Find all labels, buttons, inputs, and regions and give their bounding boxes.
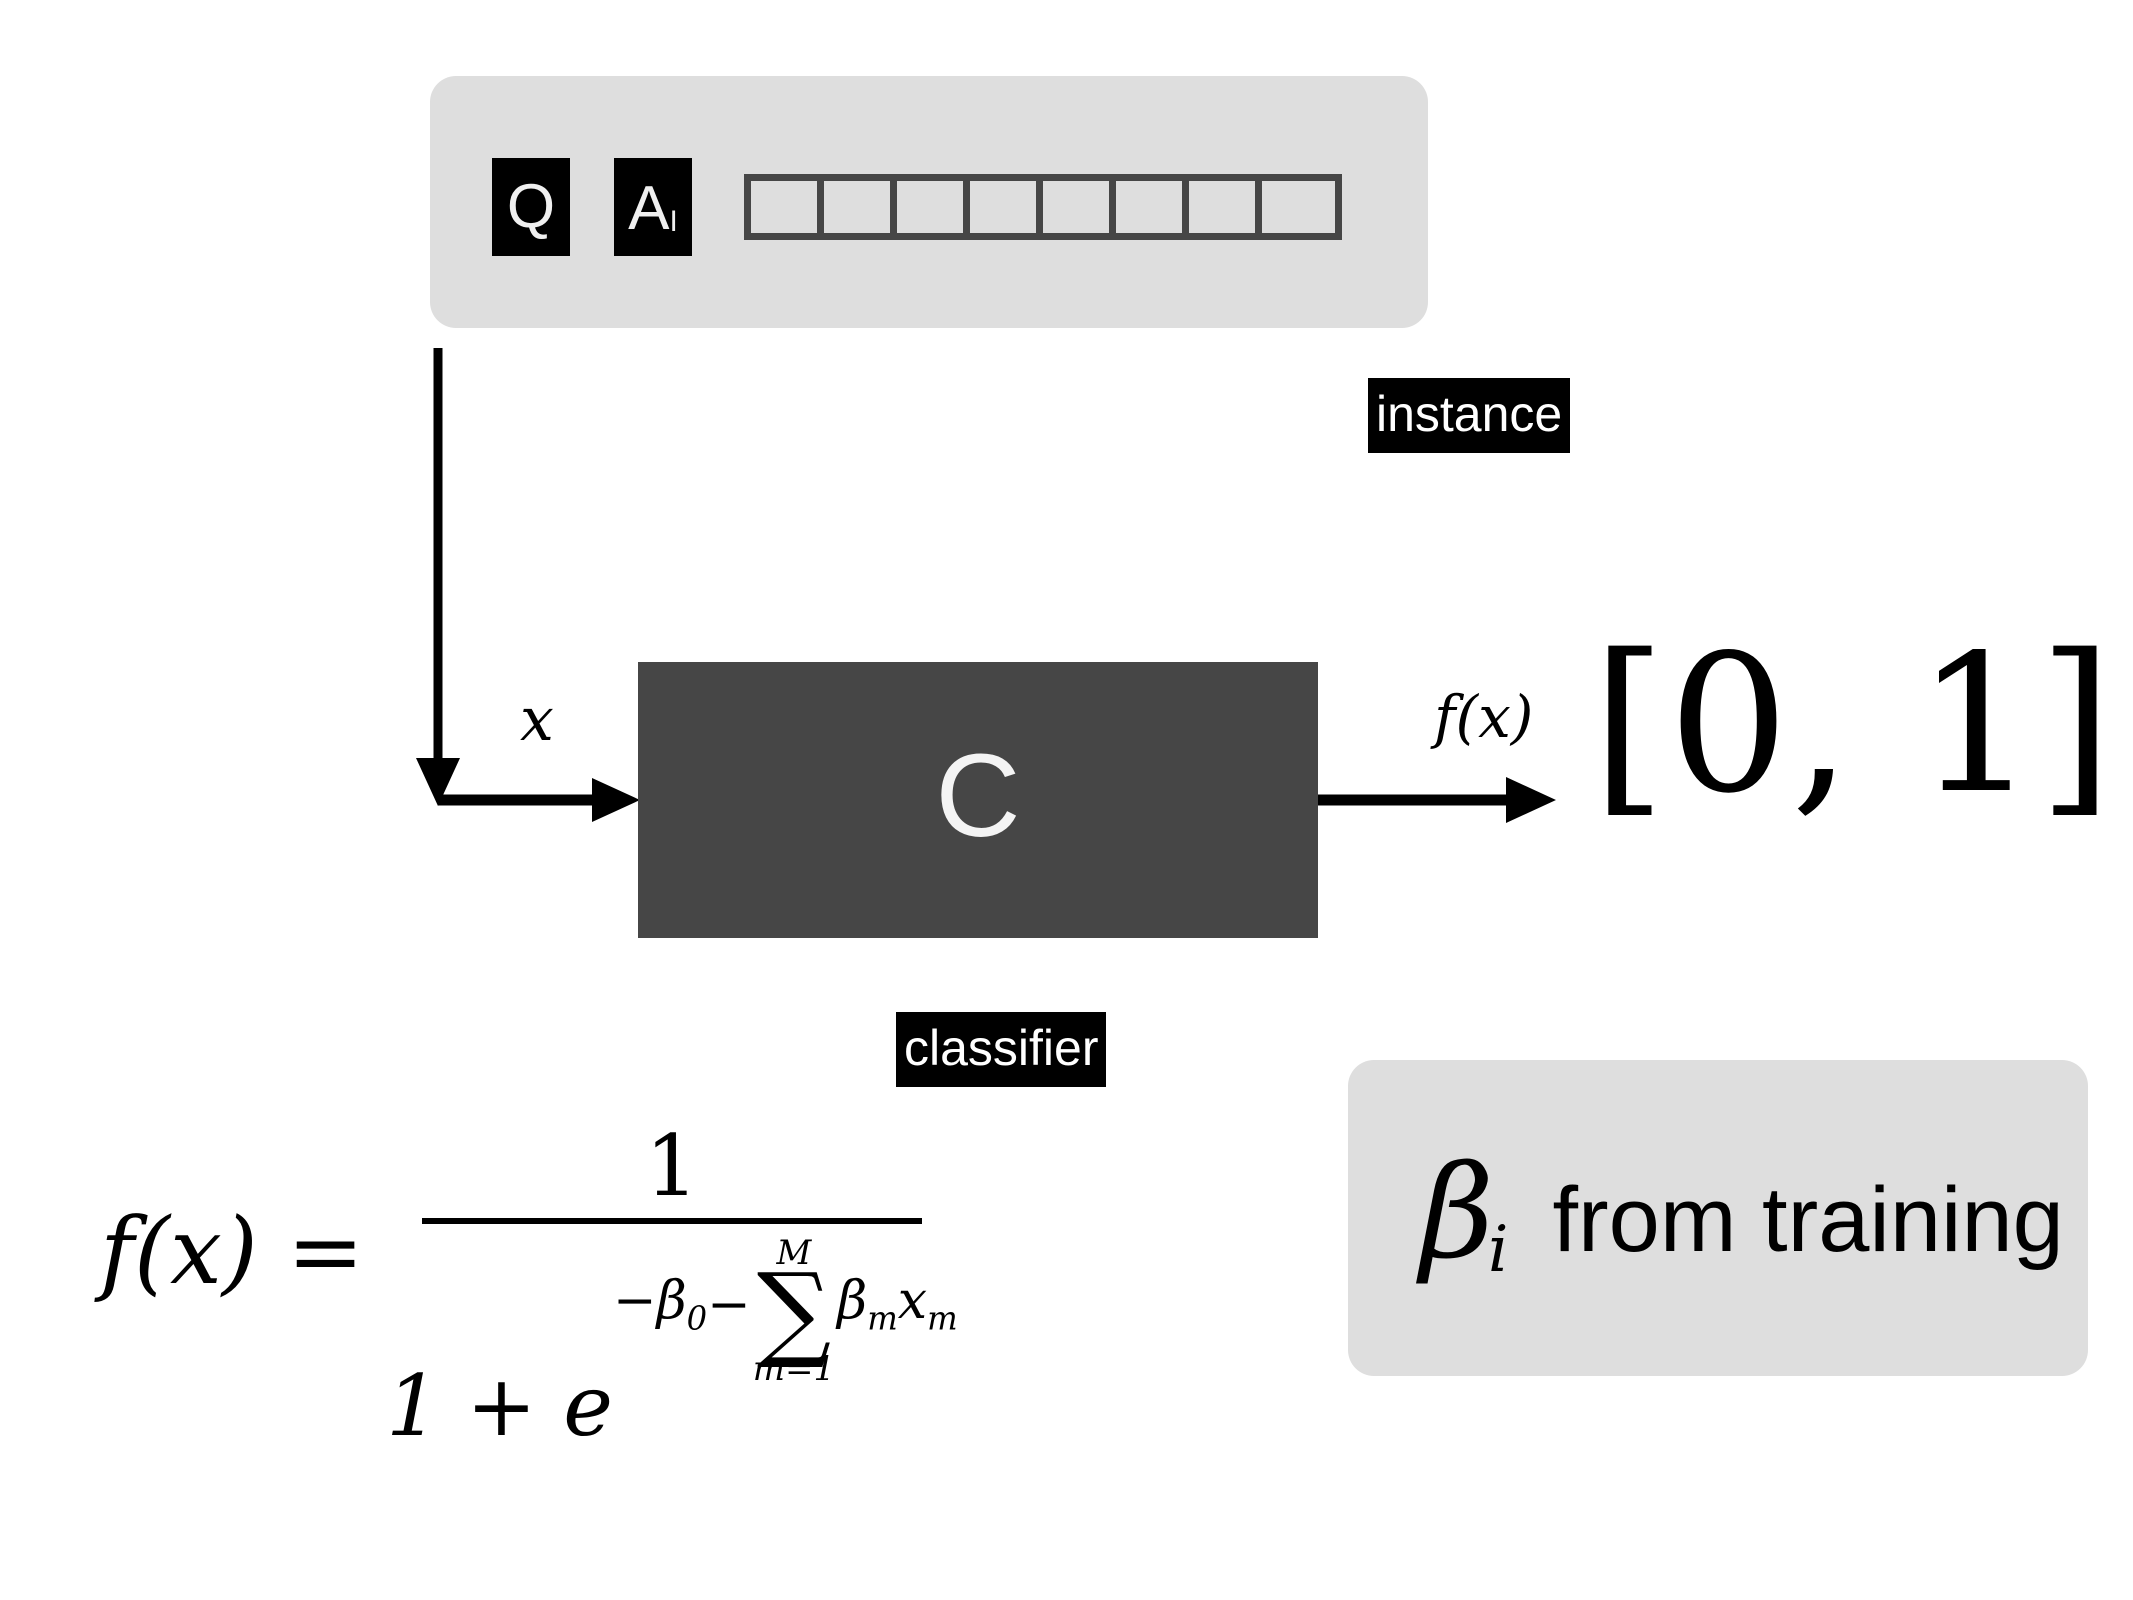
token-badge-a-label: A (628, 174, 670, 243)
instance-to-classifier-arrow (416, 348, 460, 806)
logistic-formula: f(x) = 1 1 + e −β0 − M ∑ m=1 βm xm (100, 1117, 958, 1448)
formula-term-beta-m: βm (837, 1275, 898, 1335)
output-label-fx: f(x) (1434, 683, 1534, 751)
token-badge-q-label: Q (506, 172, 556, 241)
formula-exponent-beta0-sym: −β (613, 1271, 687, 1332)
diagram-canvas: Q AI instance C x f(x) [0, 1] classifier… (0, 0, 2133, 1600)
beta-symbol: β (1420, 1139, 1494, 1288)
token-badge-q: Q (492, 158, 570, 256)
classifier-output-arrow (1318, 777, 1556, 823)
classifier-box-label: C (935, 730, 1021, 862)
beta-panel-content: β i from training (1420, 1139, 2064, 1288)
formula-term-x-sym: x (897, 1271, 928, 1332)
classifier-caption: classifier (896, 1012, 1107, 1087)
input-label-x: x (520, 685, 554, 755)
formula-exponent: −β0 − M ∑ m=1 βm xm (613, 1230, 958, 1386)
feature-cell (1262, 181, 1335, 233)
token-badge-a: AI (614, 158, 692, 256)
feature-cell (1116, 181, 1189, 233)
formula-summation: M ∑ m=1 (753, 1236, 835, 1386)
classifier-box: C (638, 662, 1318, 938)
formula-denominator-base: 1 + e (386, 1357, 614, 1456)
feature-cell (1189, 181, 1262, 233)
beta-source-text: from training (1552, 1169, 2064, 1271)
formula-lhs: f(x) = (100, 1198, 365, 1306)
beta-subscript: i (1488, 1213, 1509, 1287)
formula-exponent-minus: − (707, 1275, 751, 1336)
output-range-interval: [0, 1] (1592, 614, 2115, 835)
formula-exponent-beta0: −β0 (613, 1275, 707, 1335)
feature-cell (970, 181, 1043, 233)
instance-caption: instance (1368, 378, 1571, 453)
formula-term-beta-sub: m (867, 1299, 898, 1338)
formula-summation-lower: m=1 (752, 1349, 836, 1390)
formula-summation-sigma: ∑ (756, 1250, 832, 1373)
feature-cell (897, 181, 970, 233)
formula-fraction: 1 1 + e −β0 − M ∑ m=1 βm xm (386, 1117, 958, 1448)
feature-cells-strip (744, 174, 1342, 240)
formula-exponent-beta0-sub: 0 (686, 1299, 708, 1338)
formula-term-x-m: xm (898, 1275, 958, 1335)
classifier-input-arrow (438, 778, 640, 822)
feature-cell (1043, 181, 1116, 233)
feature-cell (824, 181, 897, 233)
feature-cell (751, 181, 824, 233)
formula-denominator: 1 + e −β0 − M ∑ m=1 βm xm (386, 1224, 958, 1448)
token-badge-a-subscript: I (669, 205, 678, 238)
formula-term-beta-sym: β (837, 1271, 868, 1332)
formula-numerator: 1 (645, 1117, 699, 1215)
formula-term-x-sub: m (927, 1299, 958, 1338)
